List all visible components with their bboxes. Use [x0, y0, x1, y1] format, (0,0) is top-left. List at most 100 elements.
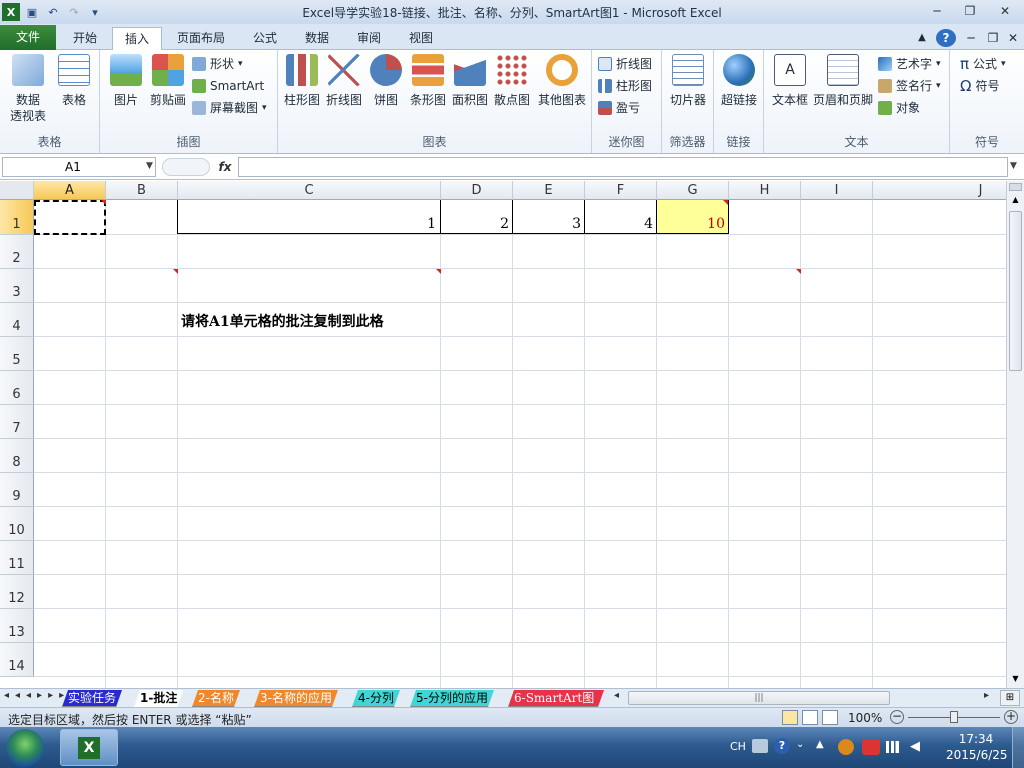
- cell-c1[interactable]: 1: [178, 216, 436, 232]
- row-header-4[interactable]: 4: [0, 303, 34, 337]
- equation-button[interactable]: π 公式 ▾: [960, 54, 1006, 74]
- object-button[interactable]: 对象: [878, 98, 920, 118]
- name-box[interactable]: A1: [2, 157, 156, 177]
- vertical-scrollbar[interactable]: ▲ ▼: [1006, 181, 1024, 688]
- pivot-table-button[interactable]: 数据 透视表: [4, 54, 52, 124]
- zoom-slider-thumb[interactable]: [950, 711, 958, 723]
- show-desktop-button[interactable]: [1012, 727, 1024, 768]
- col-header-i[interactable]: I: [801, 181, 873, 200]
- tray-expand-icon[interactable]: ▲: [816, 739, 824, 750]
- header-footer-button[interactable]: 页眉和页脚: [812, 54, 874, 108]
- row-header-6[interactable]: 6: [0, 371, 34, 405]
- row-header-2[interactable]: 2: [0, 235, 34, 269]
- col-header-g[interactable]: G: [657, 181, 729, 200]
- signature-line-button[interactable]: 签名行 ▾: [878, 76, 941, 96]
- tab-data[interactable]: 数据: [292, 27, 342, 50]
- restore-button[interactable]: ❐: [955, 2, 985, 20]
- row-header-9[interactable]: 9: [0, 473, 34, 507]
- name-box-dropdown-icon[interactable]: ▼: [146, 161, 153, 171]
- copy-marquee-a1[interactable]: [34, 200, 106, 235]
- picture-button[interactable]: 图片: [104, 54, 148, 108]
- table-button[interactable]: 表格: [52, 54, 96, 108]
- row-header-8[interactable]: 8: [0, 439, 34, 473]
- tray-app-icon[interactable]: [838, 739, 854, 755]
- worksheet-grid[interactable]: A B C D E F G H I J 1 2 3 4 5 6 7 8 9 10…: [0, 181, 1006, 688]
- volume-icon[interactable]: ◀: [910, 739, 924, 755]
- ime-help-icon[interactable]: ?: [774, 738, 790, 754]
- hscroll-thumb[interactable]: |||: [628, 691, 890, 705]
- spark-line-button[interactable]: 折线图: [598, 54, 652, 74]
- smartart-button[interactable]: SmartArt: [192, 76, 264, 96]
- shapes-button[interactable]: 形状 ▾: [192, 54, 243, 74]
- col-header-h[interactable]: H: [729, 181, 801, 200]
- formula-input[interactable]: [238, 157, 1008, 177]
- textbox-button[interactable]: A 文本框: [768, 54, 812, 108]
- tab-insert[interactable]: 插入: [112, 27, 162, 50]
- tab-review[interactable]: 审阅: [344, 27, 394, 50]
- sheet-tab-names[interactable]: 2-名称: [192, 690, 240, 707]
- zoom-in-icon[interactable]: +: [1004, 710, 1018, 724]
- cell-c4[interactable]: 请将A1单元格的批注复制到此格: [181, 311, 384, 331]
- start-button-icon[interactable]: [6, 729, 44, 767]
- taskbar-excel-button[interactable]: X: [60, 729, 118, 766]
- sheet-tab-names-app[interactable]: 3-名称的应用: [254, 690, 338, 707]
- expand-formula-icon[interactable]: ▼: [1010, 161, 1017, 171]
- row-header-1[interactable]: 1: [0, 200, 34, 235]
- pie-chart-button[interactable]: 饼图: [364, 54, 408, 108]
- tab-view[interactable]: 视图: [396, 27, 446, 50]
- row-header-12[interactable]: 12: [0, 575, 34, 609]
- col-header-d[interactable]: D: [441, 181, 513, 200]
- spark-winloss-button[interactable]: 盈亏: [598, 98, 640, 118]
- tab-home[interactable]: 开始: [60, 27, 110, 50]
- wb-restore-icon[interactable]: ❐: [984, 27, 1002, 50]
- network-icon[interactable]: [886, 741, 902, 753]
- tab-page-layout[interactable]: 页面布局: [168, 27, 234, 50]
- row-header-14[interactable]: 14: [0, 643, 34, 677]
- area-chart-button[interactable]: 面积图: [448, 54, 492, 108]
- normal-view-icon[interactable]: [782, 710, 798, 725]
- row-header-3[interactable]: 3: [0, 269, 34, 303]
- cell-e1[interactable]: 3: [513, 216, 581, 232]
- col-header-e[interactable]: E: [513, 181, 585, 200]
- wb-minimize-icon[interactable]: ─: [962, 27, 980, 50]
- input-language[interactable]: CH: [730, 740, 746, 753]
- row-header-10[interactable]: 10: [0, 507, 34, 541]
- clipart-button[interactable]: 剪贴画: [146, 54, 190, 108]
- page-break-view-icon[interactable]: [822, 710, 838, 725]
- scroll-down-icon[interactable]: ▼: [1009, 674, 1022, 686]
- col-header-b[interactable]: B: [106, 181, 178, 200]
- sheet-tab-task[interactable]: 实验任务: [62, 690, 122, 707]
- row-header-5[interactable]: 5: [0, 337, 34, 371]
- cell-d1[interactable]: 2: [441, 216, 509, 232]
- ime-menu-icon[interactable]: ⌄: [796, 739, 804, 750]
- col-header-j[interactable]: J: [873, 181, 1006, 200]
- screenshot-button[interactable]: 屏幕截图 ▾: [192, 98, 267, 118]
- zoom-out-icon[interactable]: −: [890, 710, 904, 724]
- line-chart-button[interactable]: 折线图: [322, 54, 366, 108]
- sheet-nav-icons[interactable]: ◂◂◂▸▸▸: [4, 690, 70, 701]
- cell-f1[interactable]: 4: [585, 216, 653, 232]
- insert-function-button[interactable]: fx: [214, 157, 236, 177]
- formula-expand-handle[interactable]: [162, 158, 210, 176]
- scroll-up-icon[interactable]: ▲: [1009, 195, 1022, 207]
- row-header-7[interactable]: 7: [0, 405, 34, 439]
- tab-file[interactable]: 文件: [0, 25, 56, 50]
- hscroll-left-icon[interactable]: ◂: [614, 690, 619, 701]
- help-icon[interactable]: ?: [936, 29, 956, 47]
- sheet-tab-split[interactable]: 4-分列: [352, 690, 400, 707]
- page-layout-view-icon[interactable]: [802, 710, 818, 725]
- col-header-f[interactable]: F: [585, 181, 657, 200]
- split-box[interactable]: [1009, 183, 1022, 191]
- bar-chart-button[interactable]: 条形图: [406, 54, 450, 108]
- close-button[interactable]: ✕: [990, 2, 1020, 20]
- scatter-chart-button[interactable]: 散点图: [490, 54, 534, 108]
- wordart-button[interactable]: 艺术字 ▾: [878, 54, 941, 74]
- select-all-corner[interactable]: [0, 181, 34, 200]
- slicer-button[interactable]: 切片器: [666, 54, 710, 108]
- sheet-tab-split-app[interactable]: 5-分列的应用: [410, 690, 494, 707]
- column-chart-button[interactable]: 柱形图: [280, 54, 324, 108]
- row-header-11[interactable]: 11: [0, 541, 34, 575]
- row-header-13[interactable]: 13: [0, 609, 34, 643]
- zoom-level[interactable]: 100%: [848, 711, 882, 725]
- wb-close-icon[interactable]: ✕: [1004, 27, 1022, 50]
